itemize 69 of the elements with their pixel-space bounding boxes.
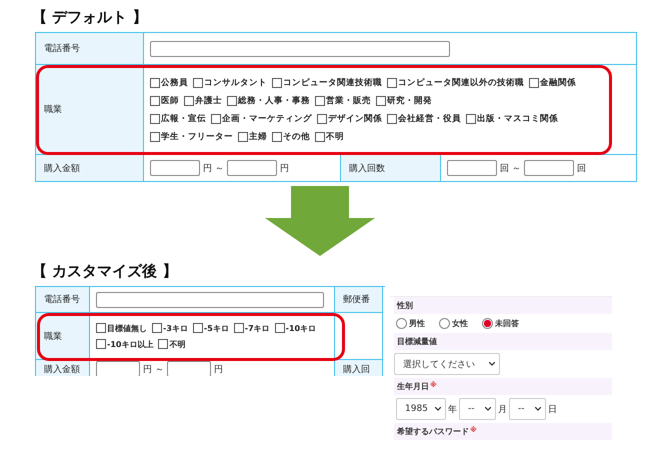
- occupation-checkbox[interactable]: 不明: [315, 130, 344, 142]
- occupation-checkbox[interactable]: 不明: [158, 338, 186, 350]
- occupation-checkbox[interactable]: デザイン関係: [317, 112, 382, 124]
- occupation-checkbox[interactable]: 総務・人事・事務: [227, 94, 310, 106]
- field-label: 希望するパスワード: [397, 426, 469, 437]
- field-label: 電話番号: [36, 287, 90, 313]
- day-select[interactable]: --: [509, 398, 546, 420]
- caret-icon: [435, 407, 441, 411]
- amount-input[interactable]: [226, 160, 277, 176]
- gender-radio[interactable]: 未回答: [482, 318, 519, 329]
- occupation-checkbox[interactable]: 弁護士: [184, 94, 222, 106]
- phone-input[interactable]: [96, 292, 324, 308]
- unit-text: 円 ～: [143, 364, 164, 376]
- occupation-checkbox[interactable]: -7キロ: [234, 322, 270, 334]
- unit-text: 年: [448, 404, 457, 416]
- gender-radio[interactable]: 女性: [439, 318, 468, 329]
- field-label: 職業: [36, 65, 144, 155]
- occupation-checkbox[interactable]: 公務員: [150, 76, 188, 88]
- caret-icon: [489, 362, 495, 366]
- unit-text: 回: [576, 162, 586, 174]
- target-select[interactable]: 選択してください: [394, 353, 500, 375]
- occupation-checkbox[interactable]: 出版・マスコミ関係: [466, 112, 558, 124]
- unit-text: 円: [214, 364, 223, 376]
- occupation-checkbox[interactable]: コンピュータ関連以外の技術職: [387, 76, 524, 88]
- occupation-checkbox[interactable]: 医師: [150, 94, 179, 106]
- phone-input[interactable]: [150, 40, 450, 56]
- occupation-checkbox[interactable]: -10キロ: [274, 322, 316, 334]
- occupation-checkbox[interactable]: 研究・開発: [376, 94, 432, 106]
- occupation-checkbox[interactable]: 広報・宣伝: [150, 112, 206, 124]
- occupation-checkbox[interactable]: 学生・フリーター: [150, 130, 233, 142]
- field-label: 購入回: [335, 360, 383, 376]
- occupation-checkbox[interactable]: コンサルタント: [193, 76, 267, 88]
- amount-input[interactable]: [150, 160, 200, 176]
- occupation-checkbox[interactable]: -10キロ以上: [96, 338, 154, 350]
- caret-icon: [535, 407, 541, 411]
- section-heading: 【 カスタマイズ後 】: [32, 262, 178, 282]
- occupation-checkbox[interactable]: 金融関係: [529, 76, 576, 88]
- gender-radio[interactable]: 男性: [396, 318, 425, 329]
- occupation-checkbox[interactable]: -3キロ: [152, 322, 188, 334]
- field-label: 生年月日: [397, 381, 429, 392]
- occupation-checkbox[interactable]: 営業・販売: [315, 94, 371, 106]
- field-label: 電話番号: [36, 33, 144, 65]
- occupation-checkbox[interactable]: 目標値無し: [96, 322, 147, 334]
- field-label: 性別: [397, 300, 413, 311]
- field-label: 購入金額: [36, 155, 144, 182]
- occupation-checkbox[interactable]: 主婦: [238, 130, 267, 142]
- occupation-checkbox[interactable]: その他: [272, 130, 310, 142]
- section-heading: 【 デフォルト 】: [32, 8, 148, 28]
- caret-icon: [485, 407, 491, 411]
- field-label: 郵便番: [335, 287, 383, 313]
- unit-text: 日: [548, 404, 557, 416]
- field-label: 購入金額: [36, 360, 90, 376]
- amount-input[interactable]: [96, 361, 140, 376]
- unit-text: 回 ～: [500, 162, 521, 174]
- field-label: 目標減量値: [397, 336, 437, 347]
- field-label: 購入回数: [341, 155, 441, 182]
- occupation-checkbox[interactable]: 会社経営・役員: [387, 112, 461, 124]
- amount-input[interactable]: [166, 361, 211, 376]
- unit-text: 円 ～: [203, 162, 224, 174]
- count-input[interactable]: [447, 160, 497, 176]
- month-select[interactable]: --: [459, 398, 496, 420]
- unit-text: 円: [280, 162, 289, 174]
- year-select[interactable]: 1985: [396, 398, 446, 420]
- count-input[interactable]: [524, 160, 574, 176]
- occupation-checkbox[interactable]: -5キロ: [192, 322, 229, 334]
- down-arrow-icon: [265, 186, 375, 256]
- occupation-checkbox[interactable]: コンピュータ関連技術職: [272, 76, 382, 88]
- unit-text: 月: [498, 404, 507, 416]
- occupation-checkbox[interactable]: 企画・マーケティング: [211, 112, 312, 124]
